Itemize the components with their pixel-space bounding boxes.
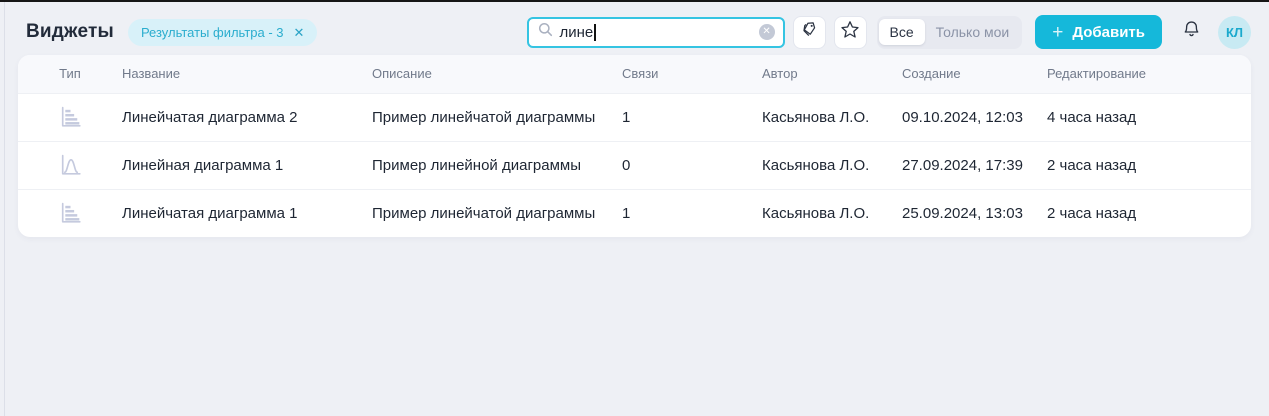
window-top-edge xyxy=(0,0,1269,2)
cell-name: Линейчатая диаграмма 1 xyxy=(122,189,372,237)
table-row[interactable]: Линейчатая диаграмма 1 Пример линейчатой… xyxy=(18,189,1251,237)
cell-created: 25.09.2024, 13:03 xyxy=(902,189,1047,237)
table-header-row: Тип Название Описание Связи Автор Создан… xyxy=(18,55,1251,93)
cell-author: Касьянова Л.О. xyxy=(762,93,902,141)
cell-created: 27.09.2024, 17:39 xyxy=(902,141,1047,189)
col-header-edited: Редактирование xyxy=(1047,55,1251,93)
cell-name: Линейная диаграмма 1 xyxy=(122,141,372,189)
col-header-created: Создание xyxy=(902,55,1047,93)
cell-description: Пример линейчатой диаграммы xyxy=(372,189,622,237)
search-value: лине xyxy=(560,24,596,41)
filter-results-label: Результаты фильтра - 3 xyxy=(141,25,284,40)
header-bar: Виджеты Результаты фильтра - 3 ✕ лине ✕ … xyxy=(18,12,1251,52)
cell-links: 1 xyxy=(622,93,762,141)
col-header-links: Связи xyxy=(622,55,762,93)
cell-links: 0 xyxy=(622,141,762,189)
cell-edited: 2 часа назад xyxy=(1047,141,1251,189)
star-icon xyxy=(840,20,860,45)
filter-clear-icon[interactable]: ✕ xyxy=(294,26,305,39)
cell-links: 1 xyxy=(622,189,762,237)
window-left-edge xyxy=(4,2,5,416)
cell-description: Пример линейной диаграммы xyxy=(372,141,622,189)
add-widget-button[interactable]: + Добавить xyxy=(1035,15,1162,49)
avatar[interactable]: КЛ xyxy=(1218,16,1251,49)
add-widget-label: Добавить xyxy=(1072,24,1145,41)
cell-author: Касьянова Л.О. xyxy=(762,141,902,189)
cell-edited: 2 часа назад xyxy=(1047,189,1251,237)
toggle-all[interactable]: Все xyxy=(879,19,925,45)
widgets-table-card: Тип Название Описание Связи Автор Создан… xyxy=(18,55,1251,237)
tags-filter-button[interactable] xyxy=(793,16,826,49)
col-header-author: Автор xyxy=(762,55,902,93)
col-header-type: Тип xyxy=(18,55,122,93)
search-icon xyxy=(538,22,553,42)
bell-icon xyxy=(1181,19,1202,45)
widgets-table: Тип Название Описание Связи Автор Создан… xyxy=(18,55,1251,237)
ownership-toggle: Все Только мои xyxy=(877,16,1023,49)
line-chart-icon xyxy=(18,152,122,179)
cell-created: 09.10.2024, 12:03 xyxy=(902,93,1047,141)
bar-chart-icon xyxy=(18,200,122,227)
search-clear-icon[interactable]: ✕ xyxy=(759,24,775,40)
cell-author: Касьянова Л.О. xyxy=(762,189,902,237)
page-title: Виджеты xyxy=(26,21,114,43)
col-header-description: Описание xyxy=(372,55,622,93)
toggle-only-mine[interactable]: Только мои xyxy=(925,19,1021,45)
favorites-filter-button[interactable] xyxy=(834,16,867,49)
cell-edited: 4 часа назад xyxy=(1047,93,1251,141)
search-input[interactable]: лине ✕ xyxy=(527,17,785,48)
table-row[interactable]: Линейчатая диаграмма 2 Пример линейчатой… xyxy=(18,93,1251,141)
tag-icon xyxy=(800,20,819,44)
plus-icon: + xyxy=(1052,23,1063,42)
bar-chart-icon xyxy=(18,104,122,131)
text-caret xyxy=(594,24,596,41)
filter-results-badge: Результаты фильтра - 3 ✕ xyxy=(128,19,317,46)
notifications-button[interactable] xyxy=(1176,17,1206,47)
col-header-name: Название xyxy=(122,55,372,93)
table-row[interactable]: Линейная диаграмма 1 Пример линейной диа… xyxy=(18,141,1251,189)
cell-description: Пример линейчатой диаграммы xyxy=(372,93,622,141)
cell-name: Линейчатая диаграмма 2 xyxy=(122,93,372,141)
